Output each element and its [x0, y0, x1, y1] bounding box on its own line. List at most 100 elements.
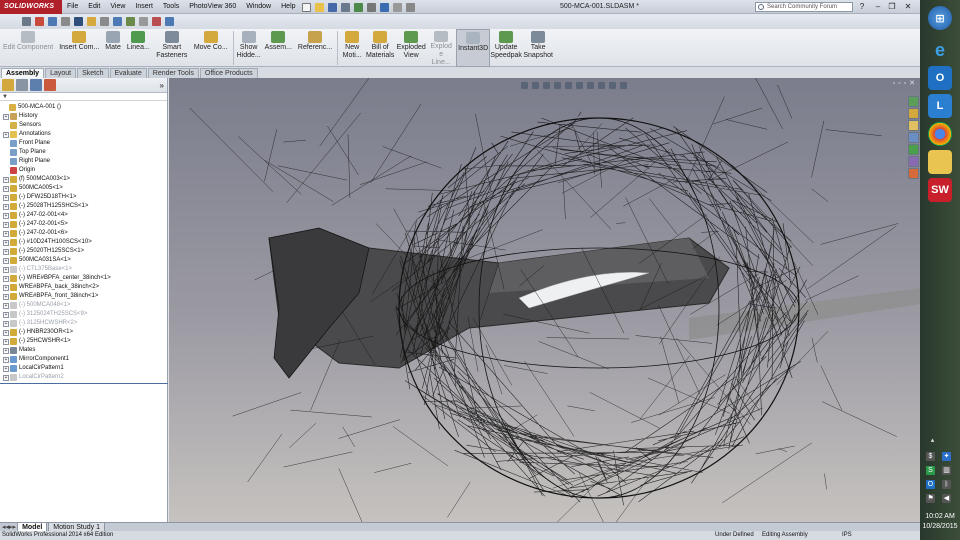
menu-window[interactable]: Window: [241, 0, 276, 14]
new-document-icon[interactable]: [302, 2, 311, 12]
expand-toggle-icon[interactable]: +: [3, 284, 9, 291]
tree-item[interactable]: Front Plane: [0, 139, 167, 148]
tree-item[interactable]: + Mates: [0, 346, 167, 355]
expand-toggle-icon[interactable]: +: [3, 293, 9, 300]
display-style-icon[interactable]: [165, 17, 174, 26]
tree-item[interactable]: 500-MCA-001 (): [0, 103, 167, 112]
menu-tools[interactable]: Tools: [158, 0, 184, 14]
tab-render-tools[interactable]: Render Tools: [147, 68, 199, 78]
view-palette-icon[interactable]: [908, 132, 919, 143]
property-manager-tab-icon[interactable]: [16, 79, 28, 91]
tab-office-products[interactable]: Office Products: [199, 68, 258, 78]
color-icon[interactable]: [35, 17, 44, 26]
file-explorer-icon[interactable]: [908, 120, 919, 131]
tab-evaluate[interactable]: Evaluate: [109, 68, 147, 78]
assembly-model-wireframe[interactable]: [169, 78, 920, 522]
solidworks-resources-icon[interactable]: [908, 96, 919, 107]
tab-layout[interactable]: Layout: [45, 68, 77, 78]
select-icon[interactable]: [22, 17, 31, 26]
expand-toggle-icon[interactable]: +: [3, 176, 9, 183]
previous-view-icon[interactable]: [543, 81, 550, 89]
expand-panel-icon[interactable]: »: [160, 81, 164, 90]
apply-scene-icon[interactable]: [609, 81, 616, 89]
action-center-icon[interactable]: ⚑: [926, 494, 935, 503]
tree-item[interactable]: + (-) 247-02-001<5>: [0, 220, 167, 229]
expand-toggle-icon[interactable]: +: [3, 239, 9, 246]
expand-toggle-icon[interactable]: +: [3, 347, 9, 354]
dropbox-icon[interactable]: ✦: [942, 452, 951, 461]
dollar-tray-icon[interactable]: $: [926, 452, 935, 461]
expand-toggle-icon[interactable]: +: [3, 257, 9, 264]
menu-photoview[interactable]: PhotoView 360: [184, 0, 241, 14]
sketch-icon[interactable]: [74, 17, 83, 26]
solidworks-logo[interactable]: SOLIDWORKS: [0, 0, 62, 14]
section-view-icon[interactable]: [554, 81, 561, 89]
file-properties-icon[interactable]: [393, 2, 402, 12]
bluetooth-icon[interactable]: ᛒ: [942, 480, 951, 489]
hide-show-items-icon[interactable]: [587, 81, 594, 89]
search-input[interactable]: Search Community Forum: [755, 2, 853, 12]
viewport-window-controls[interactable]: ▫▫▫✕: [893, 79, 918, 87]
section-view-icon[interactable]: [139, 17, 148, 26]
configuration-tab-icon[interactable]: [30, 79, 42, 91]
view-settings-icon[interactable]: [620, 81, 627, 89]
skype-icon[interactable]: S: [926, 466, 935, 475]
expand-toggle-icon[interactable]: +: [3, 338, 9, 345]
solidworks-taskbar-icon[interactable]: SW: [928, 178, 952, 202]
forum-icon[interactable]: [908, 168, 919, 179]
expand-toggle-icon[interactable]: +: [3, 248, 9, 255]
tree-item[interactable]: + (-) 3125HCWSHR<2>: [0, 319, 167, 328]
feature-tree-tab-icon[interactable]: [2, 79, 14, 91]
tab-scroll-icons[interactable]: ◂◂▸▸: [2, 523, 16, 531]
tree-item[interactable]: + History: [0, 112, 167, 121]
tree-item[interactable]: + (-) 25028TH125SHCS<1>: [0, 202, 167, 211]
help-icon[interactable]: ?: [856, 1, 868, 12]
new-motion-study-button[interactable]: New Moti...: [340, 29, 364, 67]
tab-assembly[interactable]: Assembly: [1, 68, 45, 78]
reference-geometry-button[interactable]: Referenc...: [295, 29, 335, 67]
tree-item[interactable]: + WRE#BPFA_front_38inch<1>: [0, 292, 167, 301]
menu-insert[interactable]: Insert: [130, 0, 158, 14]
expand-toggle-icon[interactable]: +: [3, 365, 9, 372]
linear-pattern-button[interactable]: Linea...: [124, 29, 153, 67]
menu-file[interactable]: File: [62, 0, 83, 14]
smart-fasteners-button[interactable]: Smart Fasteners: [153, 29, 191, 67]
tree-item[interactable]: + Annotations: [0, 130, 167, 139]
design-library-icon[interactable]: [908, 108, 919, 119]
move-component-button[interactable]: Move Co...: [191, 29, 231, 67]
tree-item[interactable]: Right Plane: [0, 157, 167, 166]
assembly-features-button[interactable]: Assem...: [262, 29, 295, 67]
expand-toggle-icon[interactable]: +: [3, 185, 9, 192]
save-icon[interactable]: [328, 2, 337, 12]
menu-edit[interactable]: Edit: [83, 0, 105, 14]
pan-icon[interactable]: [126, 17, 135, 26]
expand-toggle-icon[interactable]: +: [3, 230, 9, 237]
tree-item[interactable]: + (-) CTL375Base<1>: [0, 265, 167, 274]
close-button[interactable]: ✕: [902, 1, 914, 12]
view-orientation-icon[interactable]: [565, 81, 572, 89]
bill-of-materials-button[interactable]: Bill of Materials: [364, 29, 396, 67]
tree-item[interactable]: + (-) WRE#BPFA_center_38inch<1>: [0, 274, 167, 283]
insert-component-button[interactable]: Insert Com...: [56, 29, 102, 67]
expand-toggle-icon[interactable]: +: [3, 356, 9, 363]
volume-icon[interactable]: ◀: [942, 494, 951, 503]
internet-explorer-icon[interactable]: e: [928, 38, 952, 62]
tab-sketch[interactable]: Sketch: [77, 68, 109, 78]
network-icon[interactable]: ▥: [942, 466, 951, 475]
minimize-button[interactable]: –: [872, 1, 884, 12]
display-manager-tab-icon[interactable]: [44, 79, 56, 91]
system-clock[interactable]: 10:02 AM 10/28/2015: [920, 512, 960, 532]
tree-item[interactable]: + LocalCirPattern1: [0, 364, 167, 373]
tree-item[interactable]: + (-) 3125024TH25SCS<9>: [0, 310, 167, 319]
file-explorer-icon[interactable]: [928, 150, 952, 174]
display-style-icon[interactable]: [576, 81, 583, 89]
expand-toggle-icon[interactable]: +: [3, 194, 9, 201]
mate-button[interactable]: Mate: [102, 29, 124, 67]
tree-item[interactable]: + (-) HNBR230OR<1>: [0, 328, 167, 337]
expand-toggle-icon[interactable]: +: [3, 374, 9, 381]
expand-toggle-icon[interactable]: +: [3, 221, 9, 228]
zoom-to-fit-icon[interactable]: [521, 81, 528, 89]
expand-toggle-icon[interactable]: +: [3, 212, 9, 219]
rotate-icon[interactable]: [113, 17, 122, 26]
undo-icon[interactable]: [354, 2, 363, 12]
